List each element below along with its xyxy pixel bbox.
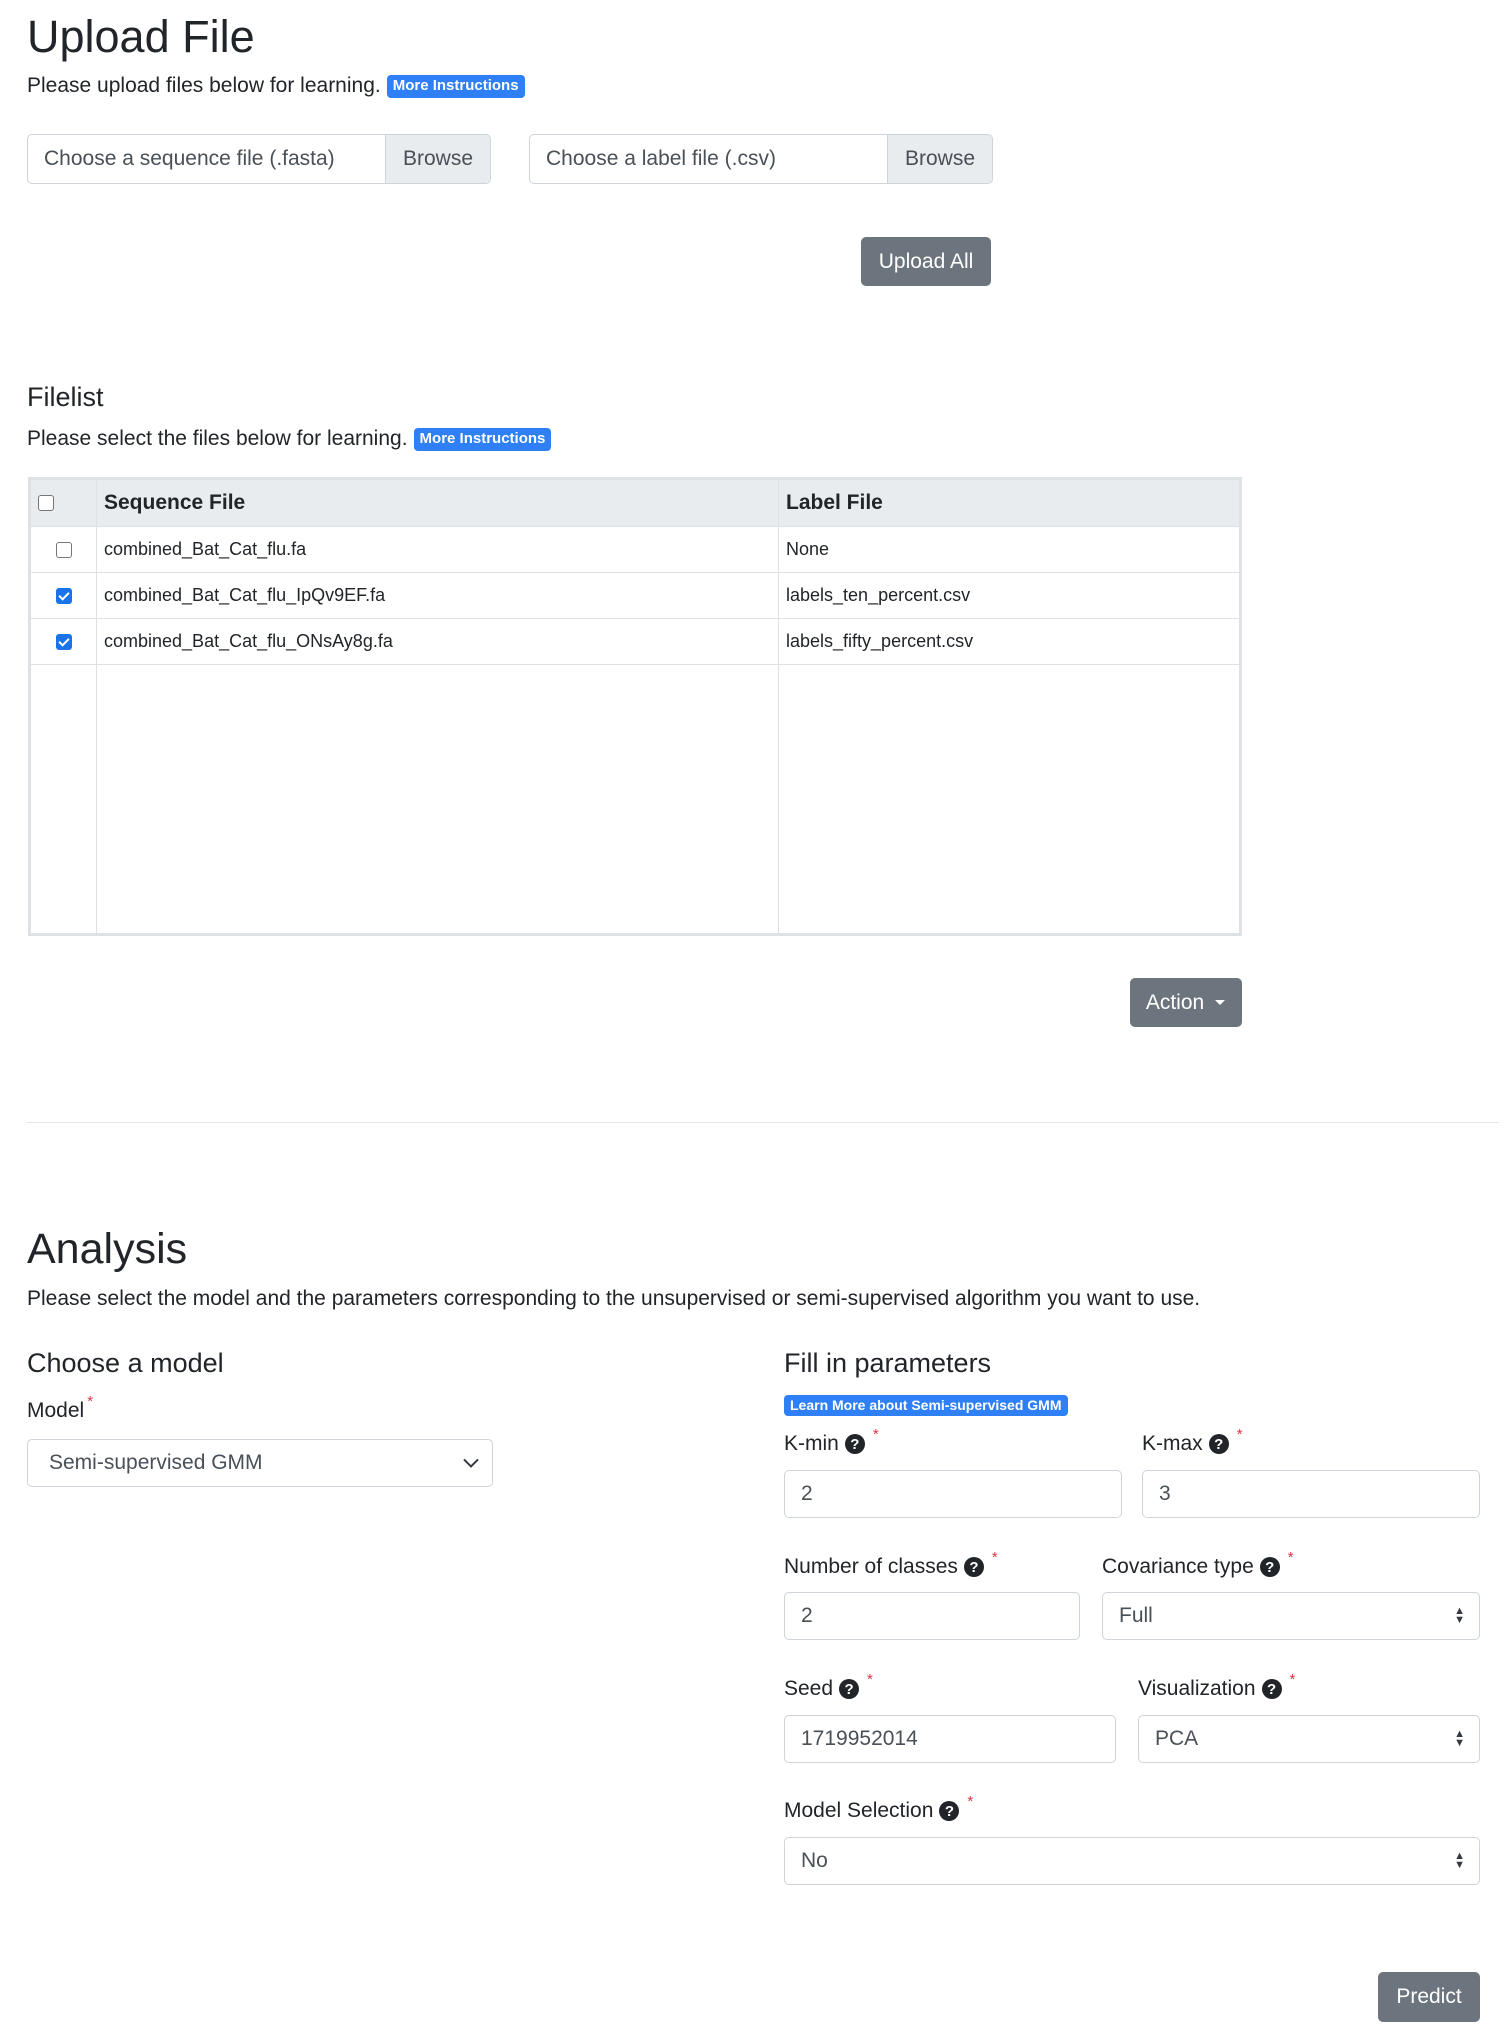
seed-label: Seed? * <box>784 1671 873 1701</box>
label-file-cell: labels_ten_percent.csv <box>778 572 1240 619</box>
sequence-file-header: Sequence File <box>96 479 779 527</box>
required-mark: * <box>872 1426 879 1443</box>
required-mark: * <box>1287 1549 1294 1566</box>
upload-instructions-badge[interactable]: More Instructions <box>386 75 525 98</box>
help-icon[interactable]: ? <box>1259 1557 1280 1577</box>
chevron-down-icon <box>463 1458 479 1468</box>
visualization-select-value: PCA <box>1155 1727 1199 1750</box>
model-select-value: Semi-supervised GMM <box>49 1451 263 1474</box>
kmin-input[interactable]: 2 <box>784 1470 1122 1518</box>
label-browse-button[interactable]: Browse <box>887 135 992 183</box>
upload-all-button[interactable]: Upload All <box>861 237 991 286</box>
analysis-lead: Please select the model and the paramete… <box>27 1287 1201 1310</box>
model-select[interactable]: Semi-supervised GMM <box>27 1439 493 1487</box>
predict-button[interactable]: Predict <box>1378 1972 1480 2022</box>
label-file-input[interactable]: Choose a label file (.csv) Browse <box>529 134 993 184</box>
help-icon[interactable]: ? <box>963 1557 984 1577</box>
required-mark: * <box>1289 1671 1296 1688</box>
table-row[interactable]: combined_Bat_Cat_flu_IpQv9EF.fa labels_t… <box>30 572 1240 619</box>
model-selection-label-text: Model Selection <box>784 1799 934 1822</box>
label-file-header: Label File <box>778 479 1240 527</box>
section-divider <box>27 1122 1499 1123</box>
sequence-file-input[interactable]: Choose a sequence file (.fasta) Browse <box>27 134 491 184</box>
label-file-cell: None <box>778 526 1240 573</box>
covariance-label-text: Covariance type <box>1102 1555 1254 1578</box>
sequence-file-cell: combined_Bat_Cat_flu_ONsAy8g.fa <box>96 618 779 665</box>
model-label: Model * <box>27 1393 93 1423</box>
label-file-cell: labels_fifty_percent.csv <box>778 618 1240 665</box>
row-checkbox[interactable] <box>55 542 72 559</box>
table-row[interactable]: combined_Bat_Cat_flu_ONsAy8g.fa labels_f… <box>30 618 1240 665</box>
select-all-cell <box>30 479 97 527</box>
table-row[interactable]: combined_Bat_Cat_flu.fa None <box>30 526 1240 573</box>
help-icon[interactable]: ? <box>844 1434 865 1454</box>
required-mark: * <box>867 1671 873 1688</box>
learn-more-badge[interactable]: Learn More about Semi-supervised GMM <box>784 1395 1068 1417</box>
visualization-label-text: Visualization <box>1138 1677 1256 1700</box>
select-arrows-icon: ▲ ▼ <box>1454 1850 1465 1871</box>
caret-down-icon <box>1215 999 1226 1005</box>
required-mark: * <box>87 1393 94 1410</box>
analysis-title: Analysis <box>27 1225 188 1273</box>
label-file-placeholder: Choose a label file (.csv) <box>546 147 776 170</box>
kmax-label: K-max? * <box>1142 1426 1243 1456</box>
covariance-select-value: Full <box>1119 1604 1153 1627</box>
required-mark: * <box>1236 1426 1243 1443</box>
upload-lead-text: Please upload files below for learning. <box>27 74 381 97</box>
help-icon[interactable]: ? <box>1208 1434 1229 1454</box>
filelist-title: Filelist <box>27 382 104 412</box>
model-selection-label: Model Selection? * <box>784 1793 973 1823</box>
covariance-label: Covariance type? * <box>1102 1549 1294 1579</box>
seed-label-text: Seed <box>784 1677 834 1700</box>
fill-params-title: Fill in parameters <box>784 1348 992 1378</box>
required-mark: * <box>991 1549 998 1566</box>
filelist-lead-text: Please select the files below for learni… <box>27 427 408 450</box>
sequence-file-cell: combined_Bat_Cat_flu_IpQv9EF.fa <box>96 572 779 619</box>
num-classes-input[interactable]: 2 <box>784 1592 1080 1640</box>
file-table: Sequence File Label File combined_Bat_Ca… <box>30 479 1240 934</box>
choose-model-title: Choose a model <box>27 1348 224 1378</box>
required-mark: * <box>967 1793 974 1810</box>
upload-lead: Please upload files below for learning. M… <box>27 74 525 98</box>
visualization-select[interactable]: PCA ▲ ▼ <box>1138 1715 1480 1763</box>
action-button-label: Action <box>1145 990 1205 1014</box>
kmax-input[interactable]: 3 <box>1142 1470 1480 1518</box>
num-classes-label: Number of classes? * <box>784 1549 998 1579</box>
kmin-label: K-min? * <box>784 1426 879 1456</box>
filelist-lead: Please select the files below for learni… <box>27 427 552 451</box>
sequence-browse-button[interactable]: Browse <box>385 135 490 183</box>
table-empty-row <box>30 664 1240 934</box>
select-all-checkbox[interactable] <box>38 495 54 512</box>
row-checkbox[interactable] <box>55 588 72 605</box>
upload-title: Upload File <box>27 11 255 62</box>
model-selection-select[interactable]: No ▲ ▼ <box>784 1837 1480 1885</box>
kmax-label-text: K-max <box>1142 1432 1203 1455</box>
visualization-label: Visualization? * <box>1138 1671 1295 1701</box>
model-selection-select-value: No <box>801 1849 828 1872</box>
seed-input[interactable]: 1719952014 <box>784 1715 1116 1763</box>
help-icon[interactable]: ? <box>939 1801 960 1821</box>
select-arrows-icon: ▲ ▼ <box>1454 1605 1465 1626</box>
sequence-file-cell: combined_Bat_Cat_flu.fa <box>96 526 779 573</box>
filelist-instructions-badge[interactable]: More Instructions <box>413 428 552 451</box>
action-dropdown-button[interactable]: Action <box>1130 978 1242 1027</box>
model-label-text: Model <box>27 1399 85 1422</box>
sequence-file-placeholder: Choose a sequence file (.fasta) <box>44 147 335 170</box>
select-arrows-icon: ▲ ▼ <box>1454 1728 1465 1749</box>
kmin-label-text: K-min <box>784 1432 839 1455</box>
covariance-select[interactable]: Full ▲ ▼ <box>1102 1592 1480 1640</box>
help-icon[interactable]: ? <box>1261 1679 1282 1699</box>
learn-more-wrap: Learn More about Semi-supervised GMM <box>784 1395 1068 1417</box>
help-icon[interactable]: ? <box>839 1679 860 1699</box>
row-checkbox[interactable] <box>55 634 72 651</box>
num-classes-label-text: Number of classes <box>784 1555 958 1578</box>
file-table-container: Sequence File Label File combined_Bat_Ca… <box>28 477 1242 936</box>
